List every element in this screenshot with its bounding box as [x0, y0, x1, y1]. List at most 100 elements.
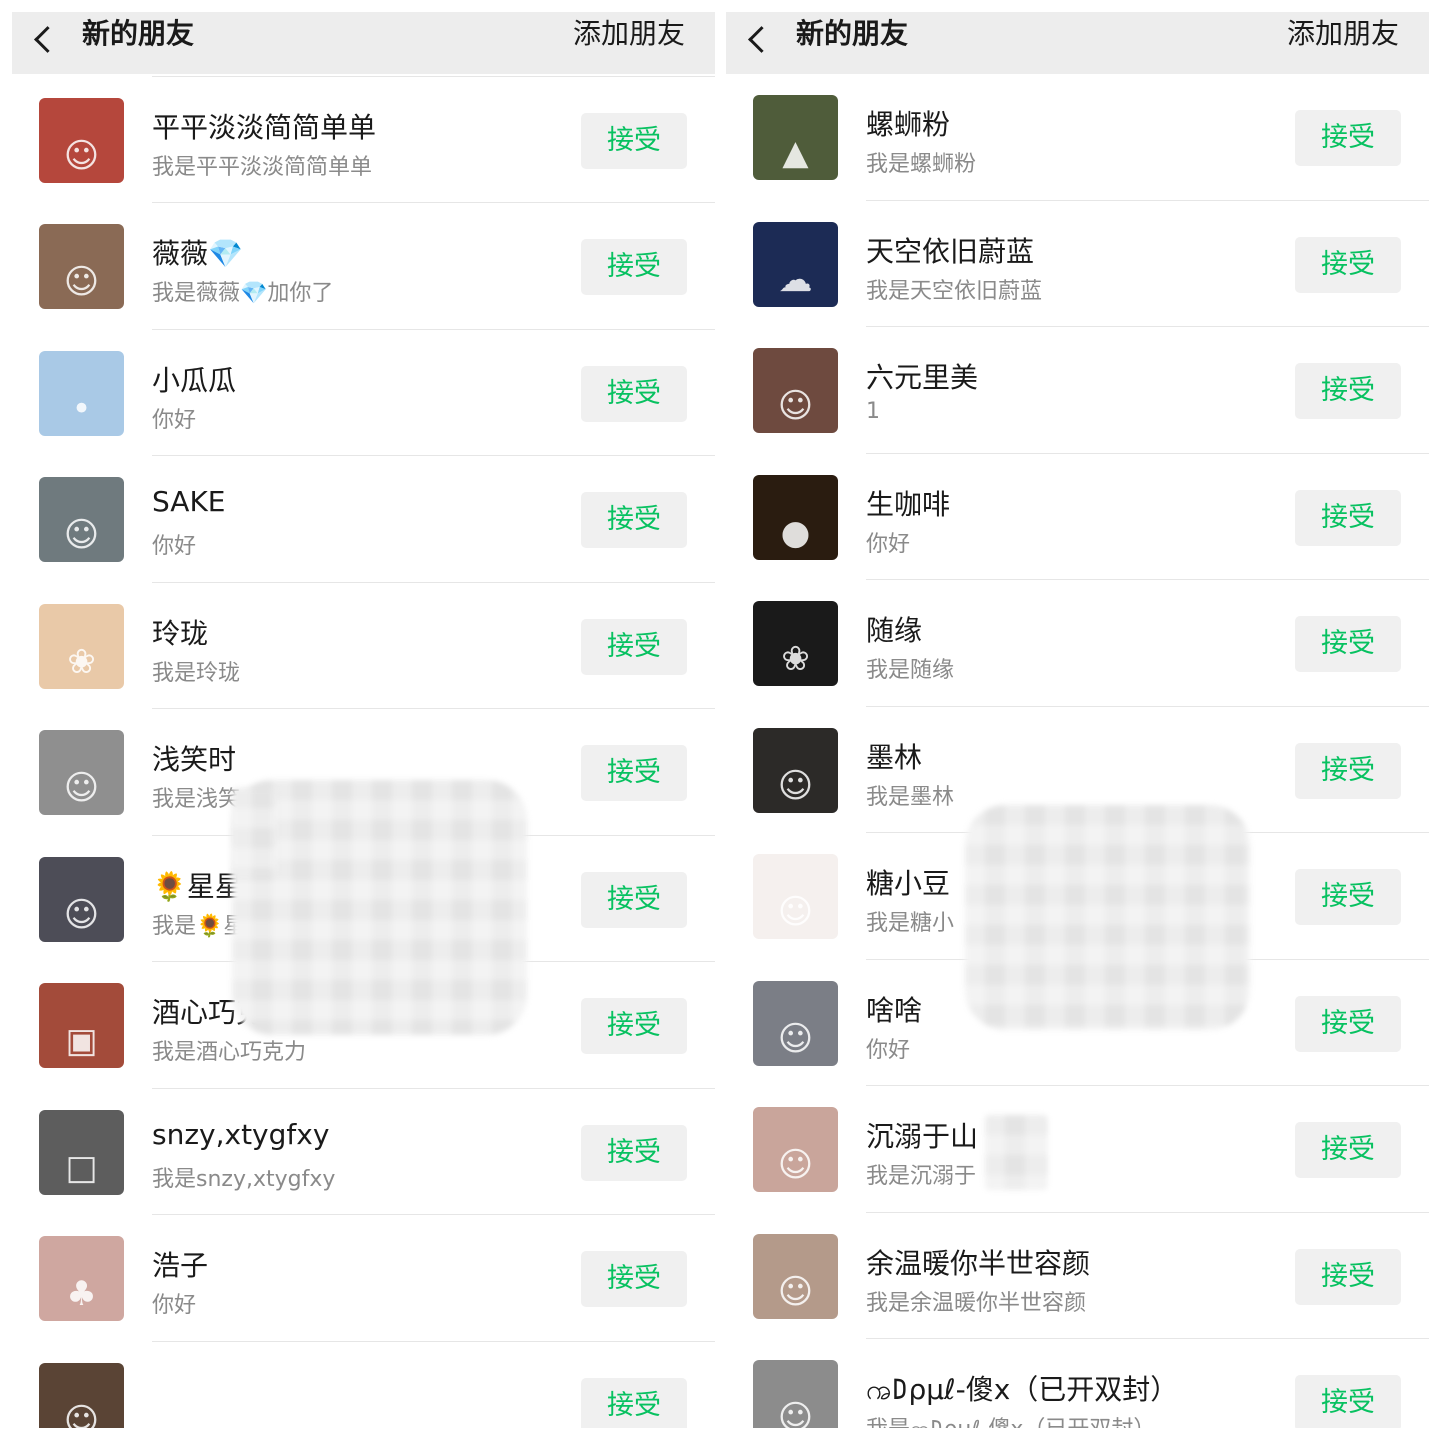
friend-name: 墨林 [866, 740, 923, 774]
accept-button[interactable]: 接受 [1295, 1375, 1401, 1428]
avatar[interactable]: ☺ [753, 1107, 838, 1192]
friend-request-row[interactable]: ☺ 平平淡淡简简单单 我是平平淡淡简简单单 接受 [12, 77, 715, 203]
accept-button[interactable]: 接受 [1295, 869, 1401, 925]
flower-icon: ❀ [781, 639, 810, 679]
monkey-icon: ❀ [67, 641, 96, 682]
avatar[interactable]: ♣ [39, 1236, 124, 1321]
person-icon: ☺ [777, 386, 814, 426]
avatar[interactable]: ❀ [753, 601, 838, 686]
avatar[interactable]: ☺ [753, 854, 838, 939]
request-message: 我是墨林 [866, 784, 955, 810]
friend-request-list: ▲ 螺蛳粉 我是螺蛳粉 接受 ☁ 天空依旧蔚蓝 我是天空依旧蔚蓝 接受 ☺ 六元里美 1 接受 ● 生咖啡… [726, 74, 1429, 1428]
avatar[interactable]: ☺ [39, 1362, 124, 1428]
accept-button[interactable]: 接受 [581, 365, 687, 422]
add-friends-button[interactable]: 添加朋友 [1287, 12, 1399, 56]
friend-name: 酒心巧克力 [152, 996, 293, 1029]
accept-button[interactable]: 接受 [1295, 742, 1401, 799]
avatar[interactable]: ● [753, 474, 838, 560]
accept-button[interactable]: 接受 [581, 1124, 687, 1181]
friend-request-row[interactable]: ❀ 玲珑 我是玲珑 接受 [12, 583, 715, 709]
avatar[interactable]: □ [39, 1109, 124, 1195]
friend-request-row[interactable]: ☁ 天空依旧蔚蓝 我是天空依旧蔚蓝 接受 [726, 201, 1429, 327]
friend-request-row[interactable]: ☺ 啥啥 你好 接受 [726, 960, 1429, 1086]
back-chevron-icon[interactable] [34, 26, 61, 53]
accept-button[interactable]: 接受 [1295, 236, 1401, 293]
avatar[interactable]: ☺ [753, 980, 838, 1066]
building-icon: ▣ [65, 1021, 98, 1061]
avatar[interactable]: ▲ [753, 95, 838, 180]
photo-icon: □ [65, 1147, 98, 1188]
request-message: 你好 [866, 531, 911, 557]
avatar[interactable]: ☺ [753, 1233, 838, 1319]
accept-button[interactable]: 接受 [581, 871, 687, 928]
friend-request-row[interactable]: ☺ 糖小豆 我是糖小 接受 [726, 833, 1429, 960]
avatar[interactable]: ☺ [753, 1360, 838, 1428]
accept-button[interactable]: 接受 [1295, 1248, 1401, 1305]
avatar[interactable]: ☺ [39, 730, 124, 815]
friend-request-row[interactable]: ▣ 酒心巧克力我是酒心巧克力 接受 [12, 962, 715, 1089]
request-message: 我是酒心巧克力 [152, 1040, 307, 1065]
friend-request-row[interactable]: ☺ 余温暖你半世容颜 我是余温暖你半世容颜 接受 [726, 1213, 1429, 1339]
avatar[interactable]: ❀ [39, 603, 124, 689]
accept-button[interactable]: 接受 [581, 998, 687, 1054]
friend-request-row[interactable]: ☺ ꩠ𐌃ρμℓ-傻x（已开双封） 我是ꩠ𐌃ρμℓ-傻x（已开双封） 接受 [726, 1339, 1429, 1428]
avatar[interactable]: ☺ [753, 348, 838, 433]
person-icon: ☺ [63, 515, 100, 555]
accept-button[interactable]: 接受 [1295, 616, 1401, 672]
friend-name: 玲珑 [152, 616, 209, 650]
back-chevron-icon[interactable] [748, 26, 775, 53]
accept-button[interactable]: 接受 [1295, 995, 1401, 1052]
girl-cartoon-icon: ☺ [777, 892, 814, 932]
accept-button[interactable]: 接受 [581, 745, 687, 801]
friend-request-row[interactable]: ☺ 🌻星星 我是🌻星 接受 [12, 836, 715, 962]
accept-button[interactable]: 接受 [581, 112, 687, 169]
friend-request-row[interactable]: • 小瓜瓜 你好 接受 [12, 330, 715, 456]
bicycle-icon: • [71, 388, 92, 429]
person-icon: ☺ [777, 1398, 814, 1428]
avatar[interactable]: ☁ [753, 221, 838, 307]
friend-request-row[interactable]: ❀ 随缘 我是随缘 接受 [726, 580, 1429, 707]
person-icon: ☺ [63, 768, 100, 808]
friend-name: 浩子 [152, 1249, 209, 1282]
left-screenshot-panel: 新的朋友 添加朋友 ☺我是ꩠ𐌃ρμℓ-傻x（已开双封）接受☺平平淡淡简简单单我是… [12, 12, 715, 1428]
accept-button[interactable]: 接受 [1295, 489, 1401, 546]
request-message: 我是天空依旧蔚蓝 [866, 278, 1043, 304]
friend-request-row[interactable]: ♣ 浩子 你好 接受 [12, 1215, 715, 1342]
request-message: 我是ꩠ𐌃ρμℓ-傻x（已开双封） [866, 1411, 1155, 1428]
accept-button[interactable]: 接受 [1295, 110, 1401, 166]
avatar[interactable]: ☺ [39, 97, 124, 183]
friend-name: ꩠ𐌃ρμℓ-傻x（已开双封） [866, 1373, 1179, 1406]
friend-name: 糖小豆 [866, 867, 951, 900]
accept-button[interactable]: 接受 [1295, 363, 1401, 419]
accept-button[interactable]: 接受 [581, 618, 687, 675]
accept-button[interactable]: 接受 [1295, 1122, 1401, 1178]
friend-name: SAKE [152, 485, 226, 518]
request-message: 你好 [152, 534, 197, 559]
avatar[interactable]: ☺ [39, 856, 124, 942]
friend-request-row[interactable]: ☺ 墨林我是墨林 接受 [726, 707, 1429, 833]
avatar[interactable]: ☺ [39, 477, 124, 562]
friend-name: snzy,xtygfxy [152, 1117, 330, 1151]
friend-name: 小瓜瓜 [152, 363, 237, 397]
friend-name: 六元里美 [866, 361, 979, 394]
add-friends-button[interactable]: 添加朋友 [573, 12, 685, 56]
avatar[interactable]: ☺ [39, 224, 124, 309]
friend-request-row[interactable]: ● 生咖啡 你好 接受 [726, 454, 1429, 580]
nav-header: 新的朋友 添加朋友 [726, 12, 1429, 74]
friend-request-row[interactable]: ☺ 接受 [12, 1342, 715, 1428]
accept-button[interactable]: 接受 [581, 1251, 687, 1307]
accept-button[interactable]: 接受 [581, 239, 687, 295]
friend-request-row[interactable]: ▲ 螺蛳粉 我是螺蛳粉 接受 [726, 74, 1429, 201]
friend-request-row[interactable]: ☺ SAKE 你好 接受 [12, 456, 715, 583]
avatar[interactable]: ▣ [39, 983, 124, 1068]
accept-button[interactable]: 接受 [581, 1377, 687, 1428]
friend-request-row[interactable]: ☺ 沉溺于山 我是沉溺于 接受 [726, 1086, 1429, 1213]
friend-request-row[interactable]: ☺ 六元里美 1 接受 [726, 327, 1429, 454]
friend-request-row[interactable]: ☺ 薇薇💎 我是薇薇💎加你了 接受 [12, 203, 715, 330]
friend-request-row[interactable]: ☺ 浅笑时 我是浅笑 接受 [12, 709, 715, 836]
request-message: 我是螺蛳粉 [866, 152, 977, 177]
accept-button[interactable]: 接受 [581, 492, 687, 548]
avatar[interactable]: ☺ [753, 727, 838, 813]
friend-request-row[interactable]: □ snzy,xtygfxy 我是snzy,xtygfxy 接受 [12, 1089, 715, 1215]
avatar[interactable]: • [39, 350, 124, 436]
